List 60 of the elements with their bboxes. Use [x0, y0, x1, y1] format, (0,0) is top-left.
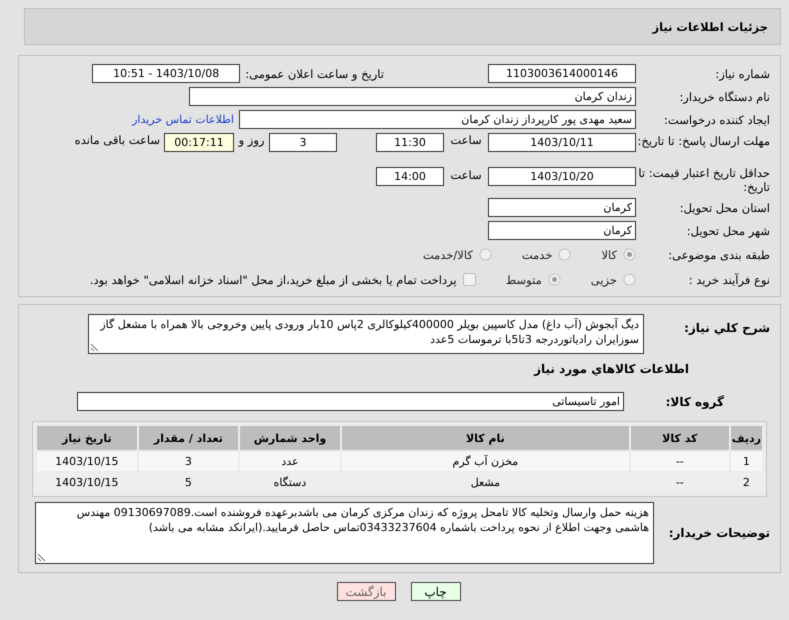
option-label: خدمت: [522, 248, 552, 262]
field-label: نوع فرآیند خرید :: [688, 272, 771, 287]
field-label: مهلت ارسال پاسخ: تا تاریخ:: [636, 133, 771, 148]
column-header: واحد شمارش: [240, 426, 340, 450]
time-label: ساعت: [449, 133, 483, 147]
text-field[interactable]: 1103003614000146: [488, 64, 636, 83]
column-header: تاریخ نیاز: [37, 426, 137, 450]
option-label: جزیی: [590, 272, 617, 287]
field-label: گروه کالا:: [664, 394, 725, 408]
days-field[interactable]: 3: [269, 133, 337, 152]
date-field[interactable]: 1403/10/11: [488, 133, 636, 152]
column-header: نام کالا: [342, 426, 629, 450]
column-header: کد کالا: [630, 426, 729, 450]
option-label: متوسط: [506, 272, 542, 287]
time-field[interactable]: 14:00: [376, 167, 444, 186]
section-title: اطلاعات کالاهاي مورد نياز: [532, 362, 689, 376]
print-button[interactable]: چاپ: [410, 582, 460, 601]
field-label: تاریخ و ساعت اعلان عمومی:: [245, 66, 384, 80]
resize-grip-icon[interactable]: [90, 343, 99, 352]
field-label: استان محل تحویل:: [678, 200, 771, 215]
table-cell: 3: [138, 452, 238, 471]
contact-link[interactable]: اطلاعات تماس خریدار: [132, 113, 234, 126]
column-header: تعداد / مقدار: [138, 426, 238, 450]
column-header: ردیف: [730, 426, 762, 450]
field-label: ایجاد کننده درخواست:: [663, 112, 771, 126]
text-field[interactable]: زندان کرمان: [189, 87, 636, 106]
table-cell: 1403/10/15: [37, 452, 137, 471]
time-label: ساعت: [449, 168, 483, 182]
table-cell: عدد: [240, 452, 340, 471]
description-text: دیگ آبجوش (آب داغ) مدل کاسپین بویلر 400000کیلوکالری 2پاس 10بار ورودی پایین وخروجی بالا همراه با مشعل گاز سوزایران رادیاتوردرجه 3تا5با ترموسات 5عدد: [100, 318, 639, 346]
field-label: شهر محل تحویل:: [686, 224, 771, 238]
field-label: شماره نیاز:: [714, 66, 771, 80]
description-box[interactable]: دیگ آبجوش (آب داغ) مدل کاسپین بویلر 400000کیلوکالری 2پاس 10بار ورودی پایین وخروجی بالا همراه با مشعل گاز سوزایران رادیاتوردرجه 3تا5با ترموسات 5عدد: [88, 314, 644, 354]
text-field[interactable]: سعید مهدی پور کارپرداز زندان کرمان: [239, 110, 636, 129]
field-label: طبقه بندی موضوعی:: [667, 248, 771, 262]
field-label: توضیحات خریدار:: [668, 526, 771, 540]
option-label: کالا/خدمت: [422, 248, 473, 262]
notes-box[interactable]: هزینه حمل وارسال وتخلیه کالا تامحل پروژه که زندان مرکزی کرمان می باشدبرعهده فروشنده است.09130697089 مهندس هاشمی وجهت اطلاع از نحوه پرداخت باشماره 03433237604تماس حاصل فرمایید.(ایرانکد مشابه می باشد): [35, 502, 654, 564]
notes-text: هزینه حمل وارسال وتخلیه کالا تامحل پروژه که زندان مرکزی کرمان می باشدبرعهده فروشنده است.09130697089 مهندس هاشمی وجهت اطلاع از نحوه پرداخت باشماره 03433237604تماس حاصل فرمایید.(ایرانکد مشابه می باشد): [76, 506, 649, 534]
checkbox[interactable]: [462, 273, 476, 286]
date-field[interactable]: 1403/10/20: [488, 167, 636, 186]
time-field[interactable]: 11:30: [376, 133, 444, 152]
back-button[interactable]: بازگشت: [336, 582, 396, 601]
field-label: نام دستگاه خریدار:: [678, 90, 771, 104]
text-field[interactable]: 1403/10/08 - 10:51: [92, 64, 240, 83]
option-label: کالا: [601, 248, 617, 262]
remaining-label: ساعت باقی مانده: [74, 133, 160, 147]
text-field[interactable]: کرمان: [488, 221, 636, 240]
field-label: شرح کلي نياز:: [683, 320, 771, 335]
field-label: حداقل تاریخ اعتبار قیمت: تا تاریخ:: [637, 165, 771, 194]
page-title: جزئیات اطلاعات نیاز: [652, 20, 768, 34]
text-field[interactable]: امور تاسیساتی: [77, 392, 624, 411]
table-cell: --: [630, 452, 729, 471]
days-label: روز و: [237, 133, 266, 147]
table-cell: 1: [730, 452, 762, 471]
resize-grip-icon[interactable]: [37, 553, 46, 562]
text-field[interactable]: کرمان: [488, 198, 636, 218]
table-cell: مخزن آب گرم: [342, 452, 629, 471]
countdown-field: 00:17:11: [164, 133, 234, 152]
checkbox-label: پرداخت تمام یا بخشی از مبلغ خرید،از محل "اسناد خزانه اسلامی" خواهد بود.: [90, 272, 457, 287]
